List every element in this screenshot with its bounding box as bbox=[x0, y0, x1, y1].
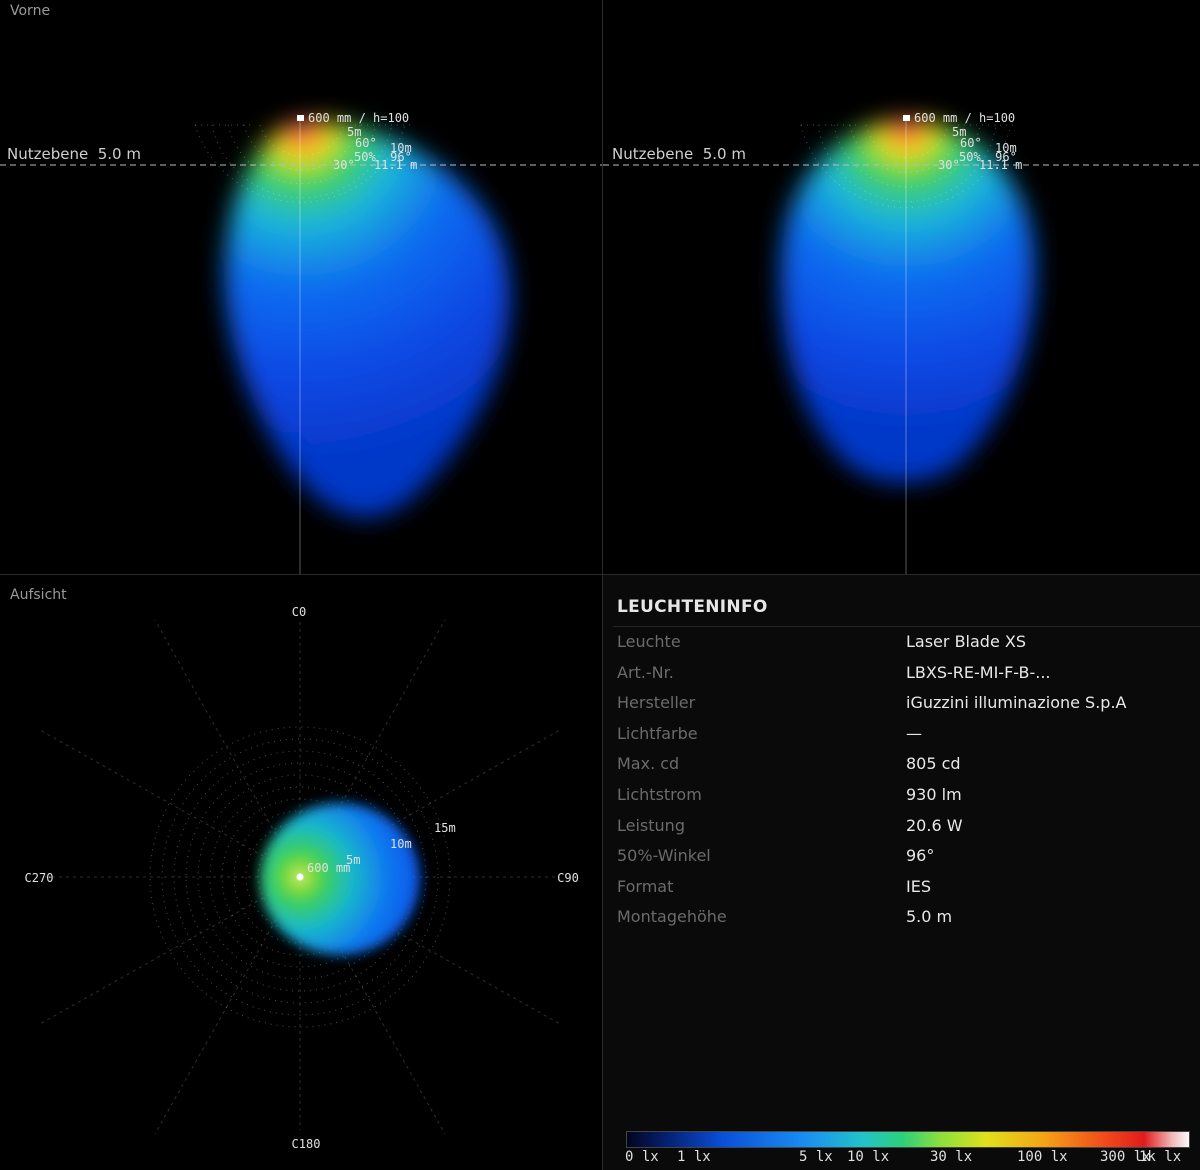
info-row-article-number: Art.-Nr. LBXS-RE-MI-F-B-... bbox=[617, 658, 1197, 689]
top-light-distribution bbox=[260, 803, 420, 955]
side-view-panel: Nutzebene 5.0 m 600 mm / h=100 5m 10m 60… bbox=[603, 0, 1200, 574]
info-row-luminous-flux: Lichtstrom 930 lm bbox=[617, 780, 1197, 811]
info-row-beam-angle: 50%-Winkel 96° bbox=[617, 841, 1197, 872]
side-angle-label-30: 30° bbox=[938, 158, 960, 172]
info-key: Max. cd bbox=[617, 754, 680, 774]
top-view-title: Aufsicht bbox=[10, 587, 67, 603]
info-key: Format bbox=[617, 876, 674, 896]
info-key: Hersteller bbox=[617, 693, 696, 713]
side-radius-label: 11.1 m bbox=[979, 158, 1022, 172]
info-row-manufacturer: Hersteller iGuzzini illuminazione S.p.A bbox=[617, 688, 1197, 719]
info-value: Laser Blade XS bbox=[906, 632, 1026, 651]
side-source-label: 600 mm / h=100 bbox=[914, 111, 1015, 125]
info-value: 5.0 m bbox=[906, 907, 953, 927]
front-source-label: 600 mm / h=100 bbox=[308, 111, 409, 125]
info-key: 50%-Winkel bbox=[617, 846, 711, 866]
info-row-mounting-height: Montagehöhe 5.0 m bbox=[617, 902, 1197, 933]
info-key: Montagehöhe bbox=[617, 907, 727, 927]
front-radius-label: 11.1 m bbox=[374, 158, 417, 172]
info-value: 930 lm bbox=[906, 784, 962, 804]
side-light-distribution bbox=[780, 119, 1035, 483]
legend-tick-1klx: 1k lx bbox=[1139, 1149, 1182, 1165]
side-work-plane-label: Nutzebene 5.0 m bbox=[612, 145, 746, 163]
top-view-panel: 600 mm 5m 10m 15m C0 C90 C180 C270 Aufsi… bbox=[0, 575, 602, 1170]
info-row-max-cd: Max. cd 805 cd bbox=[617, 749, 1197, 780]
legend-tick-100lx: 100 lx bbox=[1017, 1149, 1068, 1165]
top-source-label: 600 mm bbox=[307, 861, 350, 875]
info-key: Lichtfarbe bbox=[617, 723, 698, 743]
info-value: iGuzzini illuminazione S.p.A bbox=[906, 693, 1127, 713]
info-title: LEUCHTENINFO bbox=[617, 597, 768, 617]
info-key: Leistung bbox=[617, 815, 685, 835]
top-direction-c0: C0 bbox=[292, 605, 306, 619]
info-value: 805 cd bbox=[906, 754, 961, 774]
legend-tick-1lx: 1 lx bbox=[677, 1149, 711, 1165]
info-value: 96° bbox=[906, 846, 935, 866]
front-luminaire-marker bbox=[297, 115, 304, 121]
info-key: Lichtstrom bbox=[617, 784, 702, 804]
top-luminaire-marker bbox=[296, 873, 304, 881]
top-ring-label-5m: 5m bbox=[346, 853, 360, 867]
side-view-plot: Nutzebene 5.0 m 600 mm / h=100 5m 10m 60… bbox=[603, 111, 1200, 574]
info-row-luminaire: Leuchte Laser Blade XS bbox=[617, 627, 1197, 658]
top-ring-label-10m: 10m bbox=[390, 837, 412, 851]
luminaire-info-panel: LEUCHTENINFO Leuchte Laser Blade XS Art.-… bbox=[603, 575, 1200, 1170]
top-direction-c90: C90 bbox=[557, 871, 579, 885]
top-ring-label-15m: 15m bbox=[434, 821, 456, 835]
front-angle-label-60: 60° bbox=[355, 136, 377, 150]
legend-tick-30lx: 30 lx bbox=[930, 1149, 973, 1165]
side-angle-label-60: 60° bbox=[960, 136, 982, 150]
info-value: 20.6 W bbox=[906, 815, 963, 835]
info-value: — bbox=[906, 723, 922, 743]
info-row-light-color: Lichtfarbe — bbox=[617, 719, 1197, 750]
info-value: IES bbox=[906, 876, 931, 896]
info-table: Leuchte Laser Blade XS Art.-Nr. LBXS-RE-MI… bbox=[617, 627, 1197, 933]
front-view-title: Vorne bbox=[10, 3, 51, 19]
legend-tick-10lx: 10 lx bbox=[847, 1149, 890, 1165]
info-row-power: Leistung 20.6 W bbox=[617, 811, 1197, 842]
info-row-format: Format IES bbox=[617, 872, 1197, 903]
top-view-plot: 600 mm 5m 10m 15m C0 C90 C180 C270 bbox=[25, 605, 579, 1151]
front-view-panel: Nutzebene 5.0 m 600 mm / h=100 5m 10m 60… bbox=[0, 0, 602, 574]
info-key: Leuchte bbox=[617, 632, 681, 651]
info-key: Art.-Nr. bbox=[617, 662, 674, 682]
top-direction-c180: C180 bbox=[292, 1137, 321, 1151]
info-value: LBXS-RE-MI-F-B-... bbox=[906, 662, 1051, 682]
front-work-plane-label: Nutzebene 5.0 m bbox=[7, 145, 141, 163]
side-luminaire-marker bbox=[903, 115, 910, 121]
illuminance-color-scale bbox=[626, 1131, 1190, 1148]
legend-tick-0lx: 0 lx bbox=[625, 1149, 659, 1165]
legend-tick-5lx: 5 lx bbox=[799, 1149, 833, 1165]
front-view-plot: Nutzebene 5.0 m 600 mm / h=100 5m 10m 60… bbox=[0, 111, 602, 574]
top-direction-c270: C270 bbox=[25, 871, 54, 885]
front-angle-label-30: 30° bbox=[333, 158, 355, 172]
front-light-distribution bbox=[224, 121, 511, 518]
